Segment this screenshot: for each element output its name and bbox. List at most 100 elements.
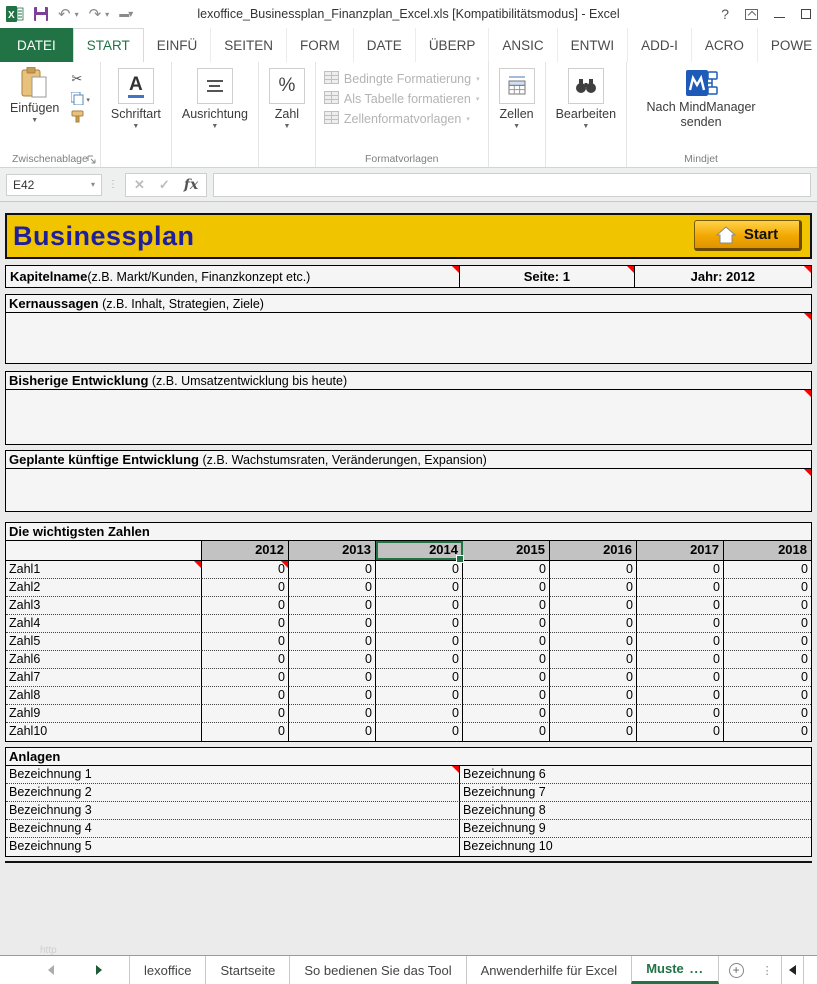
row-label-cell[interactable]: Zahl10 xyxy=(6,723,202,741)
value-cell[interactable]: 0 xyxy=(202,723,289,741)
name-box[interactable]: E42 ▾ xyxy=(6,174,102,196)
value-cell[interactable]: 0 xyxy=(376,633,463,651)
value-cell[interactable]: 0 xyxy=(202,615,289,633)
value-cell[interactable]: 0 xyxy=(376,615,463,633)
section-header[interactable]: Geplante künftige Entwicklung (z.B. Wach… xyxy=(6,451,811,469)
anlagen-cell[interactable]: Bezeichnung 6 xyxy=(460,766,811,784)
value-cell[interactable]: 0 xyxy=(202,705,289,723)
value-cell[interactable]: 0 xyxy=(550,705,637,723)
numbers-corner-cell[interactable] xyxy=(6,541,202,560)
clipboard-dialog-launcher-icon[interactable] xyxy=(87,155,97,165)
row-label-cell[interactable]: Zahl5 xyxy=(6,633,202,651)
font-button[interactable]: A Schriftart ▼ xyxy=(105,65,167,151)
year-header-cell[interactable]: 2017 xyxy=(637,541,724,560)
number-button[interactable]: % Zahl ▼ xyxy=(263,65,311,151)
value-cell[interactable]: 0 xyxy=(550,669,637,687)
value-cell[interactable]: 0 xyxy=(289,687,376,705)
ribbon-tab-datei[interactable]: DATEI xyxy=(0,28,73,62)
value-cell[interactable]: 0 xyxy=(376,651,463,669)
section-input-cell[interactable] xyxy=(6,390,811,444)
value-cell[interactable]: 0 xyxy=(637,561,724,579)
ribbon-display-options-icon[interactable] xyxy=(745,9,758,20)
value-cell[interactable]: 0 xyxy=(463,723,550,741)
maximize-icon[interactable] xyxy=(801,9,811,19)
row-label-cell[interactable]: Zahl1 xyxy=(6,561,202,579)
scroll-left-button[interactable] xyxy=(782,956,804,984)
year-header-cell[interactable]: 2012 xyxy=(202,541,289,560)
row-label-cell[interactable]: Zahl6 xyxy=(6,651,202,669)
copy-icon[interactable]: ▾ xyxy=(71,92,90,105)
value-cell[interactable]: 0 xyxy=(724,597,811,615)
section-input-cell[interactable] xyxy=(6,313,811,363)
anlagen-cell[interactable]: Bezeichnung 1 xyxy=(6,766,460,784)
anlagen-cell[interactable]: Bezeichnung 5 xyxy=(6,838,460,856)
value-cell[interactable]: 0 xyxy=(202,651,289,669)
ribbon-tab-add-i[interactable]: ADD-I xyxy=(628,28,692,62)
ribbon-tab-date[interactable]: DATE xyxy=(354,28,416,62)
ribbon-tab-seiten[interactable]: SEITEN xyxy=(211,28,287,62)
value-cell[interactable]: 0 xyxy=(724,687,811,705)
value-cell[interactable]: 0 xyxy=(376,705,463,723)
value-cell[interactable]: 0 xyxy=(637,579,724,597)
start-button[interactable]: Start xyxy=(694,220,802,251)
value-cell[interactable]: 0 xyxy=(550,723,637,741)
alignment-button[interactable]: Ausrichtung ▼ xyxy=(176,65,254,151)
value-cell[interactable]: 0 xyxy=(376,597,463,615)
value-cell[interactable]: 0 xyxy=(724,651,811,669)
next-sheet-icon[interactable] xyxy=(96,965,102,975)
value-cell[interactable]: 0 xyxy=(637,597,724,615)
ribbon-tab-einfü[interactable]: EINFÜ xyxy=(144,28,212,62)
sheet-tab-lexoffice[interactable]: lexoffice xyxy=(129,956,206,984)
redo-button[interactable]: ↷ xyxy=(89,7,102,22)
value-cell[interactable]: 0 xyxy=(724,633,811,651)
value-cell[interactable]: 0 xyxy=(637,633,724,651)
ribbon-tab-entwi[interactable]: ENTWI xyxy=(558,28,629,62)
scrollbar-thumb[interactable] xyxy=(804,956,817,984)
page-cell[interactable]: Seite: 1 xyxy=(460,266,635,287)
value-cell[interactable]: 0 xyxy=(463,669,550,687)
value-cell[interactable]: 0 xyxy=(550,597,637,615)
new-sheet-button[interactable]: + xyxy=(719,956,754,984)
value-cell[interactable]: 0 xyxy=(289,669,376,687)
chapter-name-cell[interactable]: Kapitelname (z.B. Markt/Kunden, Finanzko… xyxy=(6,266,460,287)
paste-button[interactable]: Einfügen ▼ xyxy=(4,65,65,151)
paste-dropdown-icon[interactable]: ▼ xyxy=(31,117,38,124)
value-cell[interactable]: 0 xyxy=(289,633,376,651)
value-cell[interactable]: 0 xyxy=(202,579,289,597)
value-cell[interactable]: 0 xyxy=(202,561,289,579)
ribbon-tab-acro[interactable]: ACRO xyxy=(692,28,758,62)
anlagen-cell[interactable]: Bezeichnung 8 xyxy=(460,802,811,820)
value-cell[interactable]: 0 xyxy=(289,597,376,615)
ribbon-tab-start[interactable]: START xyxy=(73,28,144,62)
anlagen-cell[interactable]: Bezeichnung 2 xyxy=(6,784,460,802)
year-header-cell-selected[interactable]: 2014 xyxy=(376,541,463,560)
value-cell[interactable]: 0 xyxy=(637,687,724,705)
value-cell[interactable]: 0 xyxy=(550,615,637,633)
sheet-tab-anwenderhilfe-für-excel[interactable]: Anwenderhilfe für Excel xyxy=(466,956,633,984)
row-label-cell[interactable]: Zahl2 xyxy=(6,579,202,597)
year-header-cell[interactable]: 2013 xyxy=(289,541,376,560)
ribbon-tab-form[interactable]: FORM xyxy=(287,28,354,62)
value-cell[interactable]: 0 xyxy=(550,633,637,651)
ribbon-tab-ansic[interactable]: ANSIC xyxy=(489,28,557,62)
undo-dropdown-icon[interactable]: ▾ xyxy=(75,10,79,19)
value-cell[interactable]: 0 xyxy=(376,579,463,597)
value-cell[interactable]: 0 xyxy=(637,669,724,687)
year-header-cell[interactable]: 2016 xyxy=(550,541,637,560)
cells-button[interactable]: Zellen ▼ xyxy=(493,65,541,151)
value-cell[interactable]: 0 xyxy=(202,669,289,687)
sheet-tab-startseite[interactable]: Startseite xyxy=(205,956,290,984)
value-cell[interactable]: 0 xyxy=(202,597,289,615)
sheet-tab-active[interactable]: Muste... xyxy=(631,956,718,984)
value-cell[interactable]: 0 xyxy=(289,561,376,579)
value-cell[interactable]: 0 xyxy=(550,651,637,669)
sheet-tab-so-bedienen-sie-das-tool[interactable]: So bedienen Sie das Tool xyxy=(289,956,466,984)
value-cell[interactable]: 0 xyxy=(550,561,637,579)
anlagen-cell[interactable]: Bezeichnung 3 xyxy=(6,802,460,820)
number-dropdown-icon[interactable]: ▼ xyxy=(283,123,290,130)
value-cell[interactable]: 0 xyxy=(289,651,376,669)
copy-dropdown-icon[interactable]: ▾ xyxy=(86,96,90,104)
previous-sheet-icon[interactable] xyxy=(48,965,54,975)
section-header[interactable]: Kernaussagen (z.B. Inhalt, Strategien, Z… xyxy=(6,295,811,313)
value-cell[interactable]: 0 xyxy=(463,705,550,723)
